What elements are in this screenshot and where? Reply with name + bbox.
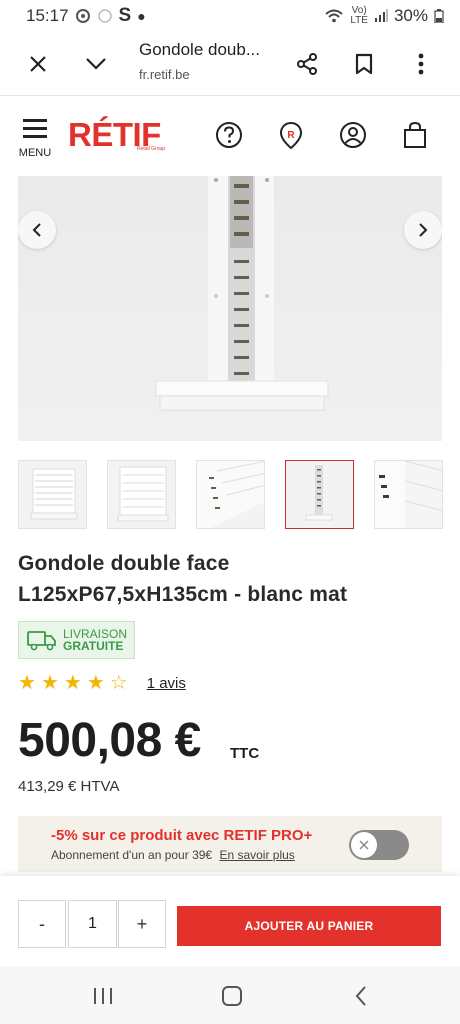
share-button[interactable]	[287, 44, 327, 84]
add-to-cart-button[interactable]: AJOUTER AU PANIER	[177, 906, 441, 946]
status-time: 15:17	[26, 6, 69, 25]
thumbnail-4[interactable]	[285, 460, 354, 529]
logo-subtext: Retail Group	[137, 146, 166, 152]
sync-icon	[75, 9, 90, 23]
add-to-cart-bar: - 1 + AJOUTER AU PANIER	[0, 876, 460, 966]
battery-icon	[434, 9, 444, 23]
thumbnail-strip	[18, 460, 443, 530]
menu-button[interactable]: MENU	[16, 118, 54, 159]
site-header: MENU RÉTIF Retail Group R	[0, 96, 460, 172]
android-nav-bar	[0, 966, 460, 1024]
home-button[interactable]	[218, 982, 246, 1010]
expand-button[interactable]	[76, 44, 116, 84]
promo-subtitle: Abonnement d'un an pour 39€ En savoir pl…	[51, 848, 295, 862]
help-icon	[216, 122, 242, 148]
learn-more-link[interactable]: En savoir plus	[219, 848, 294, 862]
browser-title-area[interactable]: Gondole doub... fr.retif.be	[139, 40, 260, 82]
free-delivery-badge: LIVRAISON GRATUITE	[18, 621, 135, 659]
battery-level: 30%	[393, 6, 428, 25]
product-main-image[interactable]	[18, 176, 442, 441]
thumbnail-image	[305, 465, 333, 521]
quantity-decrease-button[interactable]: -	[18, 900, 66, 948]
promo-title: -5% sur ce produit avec RETIF PRO+	[51, 827, 313, 844]
network-type: Vo) LTE	[350, 5, 368, 26]
wifi-icon	[325, 9, 344, 23]
signal-icon	[374, 9, 388, 22]
back-icon	[355, 986, 366, 1006]
close-tab-button[interactable]	[18, 44, 58, 84]
svg-text:R: R	[287, 130, 295, 141]
thumbnail-image	[197, 461, 264, 528]
delivery-text: LIVRAISON GRATUITE	[63, 628, 127, 652]
thumbnail-1[interactable]	[18, 460, 87, 529]
browser-bar: Gondole doub... fr.retif.be	[0, 32, 460, 96]
carrier-icon: S	[118, 5, 132, 26]
price-unit: TTC	[230, 745, 260, 762]
product-title-line-1: Gondole double face	[18, 552, 230, 575]
thumbnail-5[interactable]	[374, 460, 443, 529]
chevron-down-icon	[86, 58, 106, 70]
status-bar: 15:17 S ● Vo) LTE 30%	[0, 0, 460, 32]
hamburger-icon	[23, 119, 47, 138]
prev-image-button[interactable]	[18, 211, 56, 249]
toggle-knob	[351, 832, 377, 858]
more-options-button[interactable]	[401, 44, 441, 84]
star-filled-icon: ★	[18, 672, 36, 694]
thumbnail-image	[375, 461, 442, 528]
rating: ★ ★ ★ ★ ☆ 1 avis	[18, 672, 186, 694]
back-button[interactable]	[347, 982, 375, 1010]
quantity-increase-button[interactable]: +	[118, 900, 166, 948]
bookmark-icon	[355, 53, 373, 75]
home-icon	[222, 986, 242, 1006]
next-image-button[interactable]	[404, 211, 442, 249]
star-filled-icon: ★	[63, 672, 82, 694]
price: 500,08 €	[18, 714, 201, 767]
page-tab-title: Gondole doub...	[139, 40, 260, 59]
star-filled-icon: ★	[40, 672, 59, 694]
delivery-line-2: GRATUITE	[63, 639, 124, 653]
product-title-line-2: L125xP67,5xH135cm - blanc mat	[18, 583, 348, 606]
recent-apps-button[interactable]	[89, 982, 117, 1010]
price-excl-vat: 413,29 € HTVA	[18, 778, 120, 795]
dot-icon: ●	[137, 8, 146, 24]
cloud-icon	[97, 9, 112, 23]
chevron-right-icon	[419, 223, 428, 237]
shopping-bag-icon	[404, 121, 426, 148]
bookmark-button[interactable]	[344, 44, 384, 84]
pro-promo-box: -5% sur ce produit avec RETIF PRO+ Abonn…	[18, 816, 442, 872]
more-vertical-icon	[418, 53, 424, 75]
gondola-illustration	[155, 176, 329, 411]
thumbnail-2[interactable]	[107, 460, 176, 529]
pro-toggle[interactable]	[349, 830, 409, 860]
thumbnail-image	[117, 466, 169, 522]
delivery-truck-icon	[27, 631, 56, 651]
close-icon	[30, 56, 46, 72]
star-empty-icon: ☆	[109, 672, 128, 694]
user-icon	[340, 122, 366, 148]
toggle-off-icon	[359, 840, 369, 850]
thumbnail-3[interactable]	[196, 460, 265, 529]
thumbnail-image	[30, 468, 78, 520]
recent-apps-icon	[94, 988, 112, 1004]
account-button[interactable]	[338, 120, 368, 150]
page-url: fr.retif.be	[139, 67, 190, 82]
cart-button[interactable]	[400, 120, 430, 150]
chevron-left-icon	[32, 223, 41, 237]
store-locator-button[interactable]: R	[276, 120, 306, 150]
share-icon	[297, 53, 317, 75]
star-filled-icon: ★	[86, 672, 105, 694]
reviews-link[interactable]: 1 avis	[147, 675, 186, 692]
help-button[interactable]	[214, 120, 244, 150]
product-title: Gondole double face L125xP67,5xH135cm - …	[18, 548, 448, 610]
promo-subtitle-text: Abonnement d'un an pour 39€	[51, 848, 213, 862]
menu-label: MENU	[18, 147, 52, 159]
store-location-icon: R	[279, 121, 303, 150]
quantity-input[interactable]: 1	[68, 900, 117, 948]
